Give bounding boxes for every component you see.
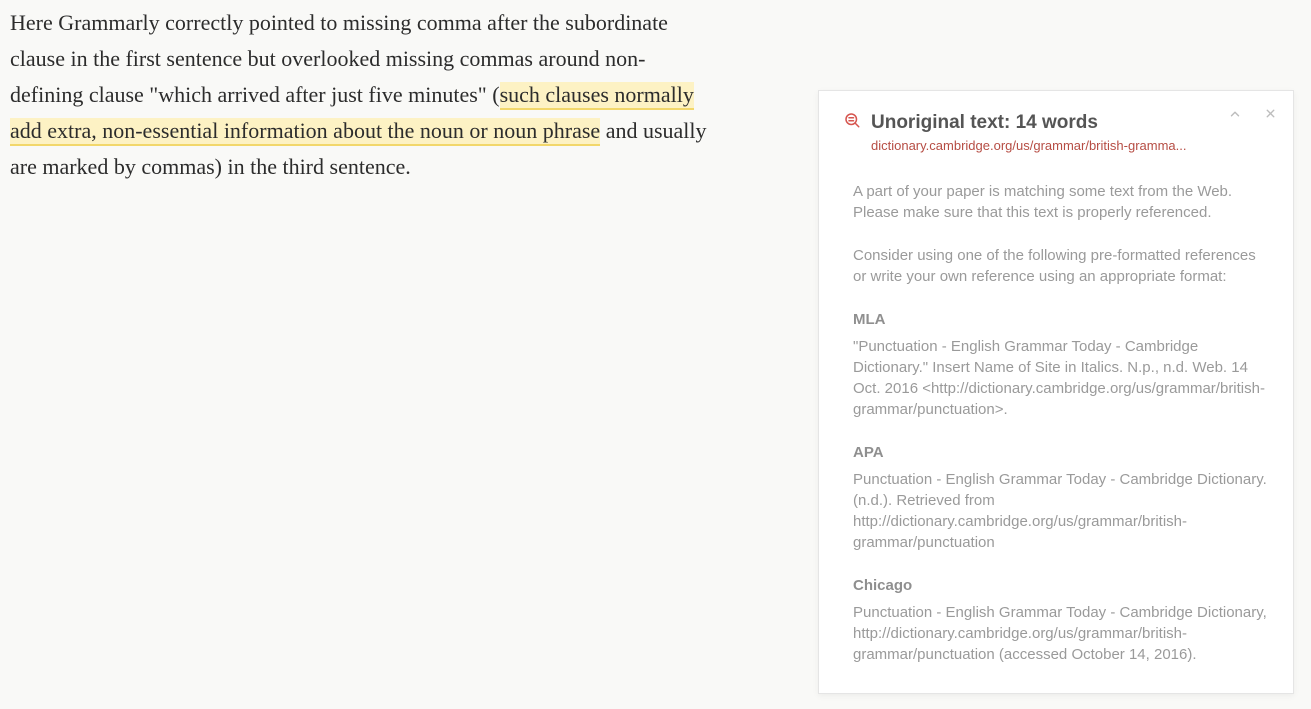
panel-controls [1228,107,1277,124]
reference-label: MLA [853,309,1269,330]
collapse-icon[interactable] [1228,107,1242,124]
close-icon[interactable] [1264,107,1277,124]
panel-note-1: A part of your paper is matching some te… [853,181,1269,223]
reference-label: APA [853,442,1269,463]
panel-note-2: Consider using one of the following pre-… [853,245,1269,287]
panel-body: A part of your paper is matching some te… [819,181,1293,665]
document-paragraph: Here Grammarly correctly pointed to miss… [10,5,710,185]
panel-source-link[interactable]: dictionary.cambridge.org/us/grammar/brit… [871,138,1269,153]
panel-header: Unoriginal text: 14 words dictionary.cam… [819,91,1293,159]
reference-text: Punctuation - English Grammar Today - Ca… [853,602,1269,665]
document-text: Here Grammarly correctly pointed to miss… [10,5,710,185]
reference-label: Chicago [853,575,1269,596]
plagiarism-icon [843,111,861,134]
panel-title: Unoriginal text: 14 words [871,112,1098,134]
plagiarism-panel: Unoriginal text: 14 words dictionary.cam… [818,90,1294,694]
reference-text: "Punctuation - English Grammar Today - C… [853,336,1269,420]
panel-title-row: Unoriginal text: 14 words [843,111,1269,134]
reference-text: Punctuation - English Grammar Today - Ca… [853,469,1269,553]
